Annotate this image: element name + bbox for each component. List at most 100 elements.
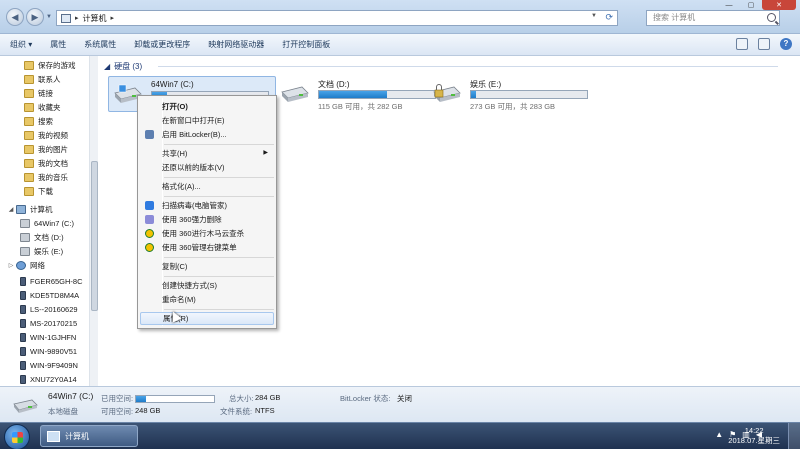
network-computer-icon: [20, 290, 26, 300]
toolbar-button[interactable]: 组织 ▾: [10, 39, 32, 50]
sidebar-item[interactable]: 搜索: [24, 114, 53, 128]
computer-icon: [16, 204, 26, 214]
context-menu-item[interactable]: 创建快捷方式(S): [140, 279, 274, 292]
drive-tile[interactable]: 文档 (D:) 115 GB 可用，共 282 GB: [276, 76, 436, 112]
sidebar-item[interactable]: MS-20170215: [20, 316, 77, 330]
sidebar-item[interactable]: KDE5TD8M4A: [20, 288, 79, 302]
context-menu-item-label: 打开(O): [162, 102, 188, 111]
network-icon: [16, 260, 26, 270]
total-size-value: 284 GB: [255, 393, 281, 402]
submenu-arrow-icon: ▶: [263, 150, 268, 156]
sidebar-item-label: 我的图片: [38, 144, 68, 154]
sidebar-item[interactable]: 下载: [24, 184, 53, 198]
toolbar-button[interactable]: 卸载或更改程序: [134, 39, 190, 50]
sidebar-item[interactable]: ▷ 网络: [6, 258, 45, 272]
context-menu-item[interactable]: 扫描病毒(电脑管家): [140, 199, 274, 212]
context-menu-item[interactable]: 使用 360管理右键菜单: [140, 241, 274, 254]
menu-separator: [164, 144, 274, 145]
sidebar-item[interactable]: 文档 (D:): [20, 230, 64, 244]
breadcrumb-separator[interactable]: ▸: [111, 14, 115, 22]
shield-icon: [145, 130, 154, 139]
sidebar-item[interactable]: 我的视频: [24, 128, 68, 142]
recent-pages-dropdown[interactable]: ▼: [46, 14, 52, 20]
sidebar-item[interactable]: 联系人: [24, 72, 61, 86]
taskbar-item-computer[interactable]: 计算机: [40, 425, 138, 447]
start-button[interactable]: [4, 424, 30, 449]
folder-icon: [24, 144, 34, 154]
back-button[interactable]: ◀: [6, 8, 24, 26]
context-menu-item[interactable]: 使用 360进行木马云查杀: [140, 227, 274, 240]
view-options-icon[interactable]: [736, 38, 748, 50]
sidebar-item-label: MS-20170215: [30, 318, 78, 328]
sidebar-item[interactable]: 娱乐 (E:): [20, 244, 63, 258]
total-size-label: 总大小:: [229, 394, 254, 403]
sidebar-item[interactable]: 我的图片: [24, 142, 68, 156]
toolbar-button[interactable]: 打开控制面板: [282, 39, 330, 50]
folder-icon: [24, 60, 34, 70]
address-dropdown-icon[interactable]: ▼: [591, 13, 597, 19]
breadcrumb-computer[interactable]: 计算机: [83, 13, 107, 24]
close-button[interactable]: ✕: [762, 0, 796, 10]
context-menu-item[interactable]: 格式化(A)...: [140, 180, 274, 193]
context-menu-item[interactable]: 使用 360强力删除: [140, 213, 274, 226]
sidebar-item[interactable]: 我的文档: [24, 156, 68, 170]
context-menu-item[interactable]: 属性(R): [140, 312, 274, 325]
sidebar-item[interactable]: 保存的游戏: [24, 58, 76, 72]
sidebar-item-label: WIN-9F9409N: [30, 360, 78, 370]
locked-drive-icon: [433, 84, 461, 102]
context-menu-item[interactable]: 启用 BitLocker(B)...: [140, 128, 274, 141]
help-icon[interactable]: ?: [780, 38, 792, 50]
expand-arrow-icon[interactable]: ▷: [6, 262, 16, 269]
local-disk-icon: [13, 399, 38, 413]
context-menu-item[interactable]: 还原以前的版本(V): [140, 161, 274, 174]
context-menu-item-label: 重命名(M): [162, 295, 196, 304]
toolbar-button[interactable]: 映射网络驱动器: [208, 39, 264, 50]
forward-button[interactable]: ▶: [26, 8, 44, 26]
context-menu-item[interactable]: 共享(H) ▶: [140, 147, 274, 160]
scrollbar-thumb[interactable]: [91, 161, 98, 311]
minimize-button[interactable]: —: [718, 0, 740, 10]
show-hidden-icons-icon[interactable]: ▲: [715, 430, 723, 439]
sidebar-item[interactable]: 我的音乐: [24, 170, 68, 184]
clock[interactable]: 14:22 2018.07.星期三: [728, 426, 780, 446]
context-menu-item[interactable]: 重命名(M): [140, 293, 274, 306]
drive-tile[interactable]: 娱乐 (E:) 273 GB 可用，共 283 GB: [428, 76, 588, 112]
toolbar-button[interactable]: 属性: [50, 39, 66, 50]
sidebar-item[interactable]: WIN-9890V51: [20, 344, 77, 358]
sidebar-item[interactable]: WIN-9F9409N: [20, 358, 78, 372]
menu-separator: [164, 177, 274, 178]
computer-icon: [61, 13, 71, 23]
taskbar-item-label: 计算机: [65, 431, 89, 441]
maximize-button[interactable]: ▢: [740, 0, 762, 10]
sidebar-item[interactable]: FGER65GH-8C: [20, 274, 83, 288]
file-system-value: NTFS: [255, 406, 275, 415]
preview-pane-icon[interactable]: [758, 38, 770, 50]
sidebar-item[interactable]: 64Win7 (C:): [20, 216, 74, 230]
network-computer-icon: [20, 304, 26, 314]
search-icon[interactable]: [767, 13, 776, 22]
context-menu-item[interactable]: 在新窗口中打开(E): [140, 114, 274, 127]
sidebar-item[interactable]: 收藏夹: [24, 100, 61, 114]
context-menu-item[interactable]: 打开(O): [140, 100, 274, 113]
menu-separator: [164, 196, 274, 197]
sidebar-item[interactable]: LS--20160629: [20, 302, 78, 316]
sidebar-item-label: 下载: [38, 186, 53, 196]
navigation-scrollbar[interactable]: [89, 56, 98, 386]
address-bar[interactable]: ▸ 计算机 ▸ ▼ ⟳: [56, 10, 618, 26]
expand-arrow-icon[interactable]: ◢: [6, 206, 16, 213]
sidebar-item-label: 我的文档: [38, 158, 68, 168]
search-input[interactable]: 搜索 计算机: [646, 10, 780, 26]
breadcrumb-separator[interactable]: ▸: [75, 14, 79, 22]
sidebar-item[interactable]: 链接: [24, 86, 53, 100]
sidebar-item[interactable]: WIN-1GJHFN: [20, 330, 76, 344]
sidebar-item[interactable]: ◢ 计算机: [6, 202, 53, 216]
group-header-hard-disks[interactable]: ◢ 硬盘 (3): [104, 61, 142, 72]
sidebar-item[interactable]: XNU72Y0A14: [20, 372, 77, 386]
toolbar-button[interactable]: 系统属性: [84, 39, 116, 50]
refresh-icon[interactable]: ⟳: [605, 12, 613, 23]
collapse-arrow-icon[interactable]: ◢: [104, 62, 110, 71]
network-computer-icon: [20, 346, 26, 356]
used-space-label: 已用空间:: [101, 394, 134, 403]
show-desktop-button[interactable]: [788, 423, 800, 449]
context-menu-item[interactable]: 复制(C): [140, 260, 274, 273]
